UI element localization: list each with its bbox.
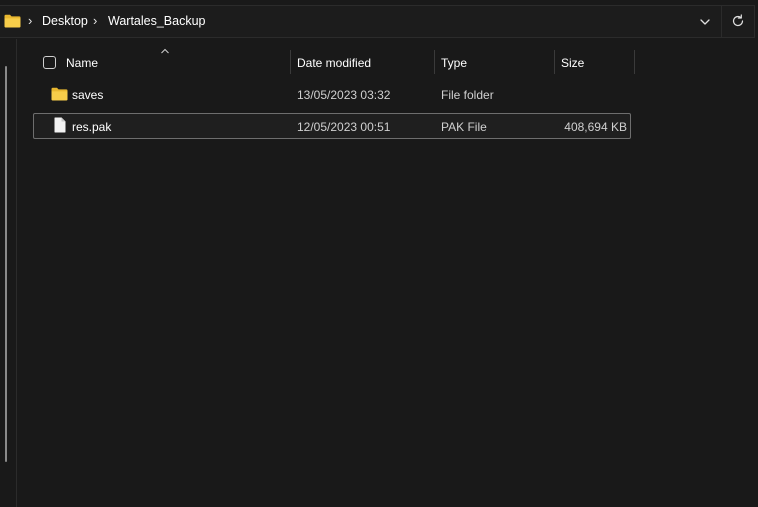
list-item-res-pak[interactable]: res.pak 12/05/2023 00:51 PAK File 408,69… (33, 113, 631, 139)
column-divider[interactable] (290, 50, 291, 74)
nav-scrollbar[interactable] (5, 66, 7, 462)
chevron-down-icon[interactable] (698, 15, 712, 29)
refresh-icon[interactable] (731, 14, 745, 28)
file-type: File folder (441, 88, 494, 102)
list-item-saves[interactable]: saves 13/05/2023 03:32 File folder (33, 82, 631, 108)
column-header-name[interactable]: Name (66, 56, 98, 70)
address-divider (721, 6, 722, 37)
column-header-date-modified[interactable]: Date modified (297, 56, 371, 70)
file-date-modified: 12/05/2023 00:51 (297, 120, 391, 134)
file-icon (54, 117, 66, 133)
file-type: PAK File (441, 120, 487, 134)
column-divider[interactable] (434, 50, 435, 74)
navigation-pane[interactable] (0, 39, 17, 507)
sort-ascending-icon (161, 48, 169, 54)
select-all-checkbox[interactable] (43, 56, 56, 69)
column-header-size[interactable]: Size (561, 56, 584, 70)
address-bar[interactable]: › Desktop › Wartales_Backup (0, 5, 755, 38)
folder-icon (51, 87, 68, 101)
file-name: saves (72, 88, 104, 102)
folder-icon[interactable] (4, 14, 21, 28)
chevron-right-icon[interactable]: › (28, 13, 32, 28)
column-header-type[interactable]: Type (441, 56, 467, 70)
breadcrumb-wartales-backup[interactable]: Wartales_Backup (108, 14, 206, 28)
file-size: 408,694 KB (564, 120, 627, 134)
file-date-modified: 13/05/2023 03:32 (297, 88, 391, 102)
column-divider[interactable] (634, 50, 635, 74)
column-divider[interactable] (554, 50, 555, 74)
chevron-right-icon[interactable]: › (93, 13, 97, 28)
file-explorer-window: › Desktop › Wartales_Backup Name Date mo… (0, 0, 758, 507)
file-name: res.pak (72, 120, 112, 134)
breadcrumb-desktop[interactable]: Desktop (42, 14, 88, 28)
column-header-row: Name Date modified Type Size (18, 48, 758, 76)
